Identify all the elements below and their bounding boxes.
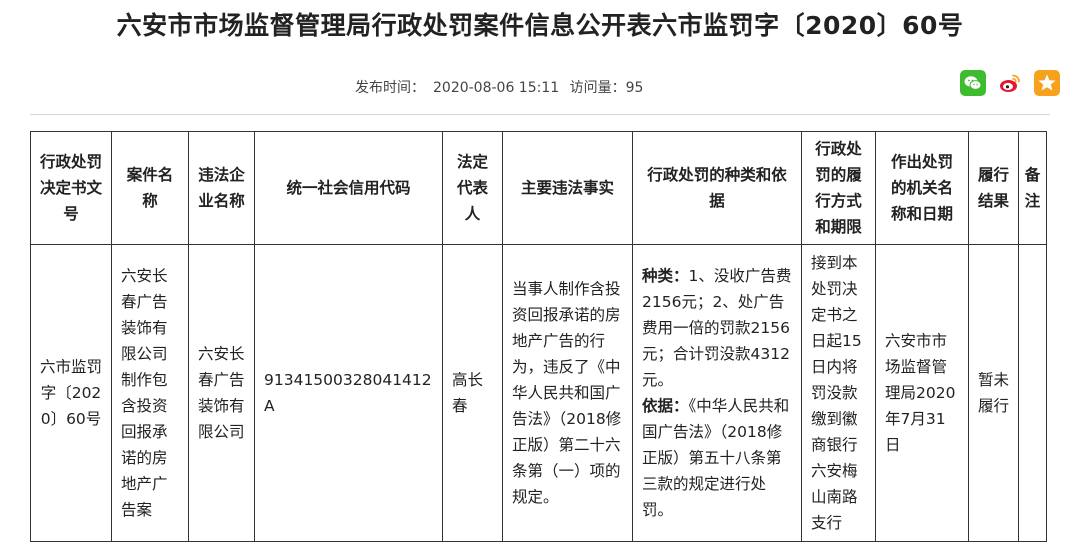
- publish-label: 发布时间：: [355, 80, 425, 96]
- table-row: 六市监罚字〔2020〕60号 六安长春广告装饰有限公司制作包含投资回报承诺的房地…: [30, 244, 1047, 542]
- weibo-share-button[interactable]: [997, 70, 1023, 96]
- views-count: 95: [625, 80, 644, 96]
- table-header-row: 行政处罚决定书文号 案件名称 违法企业名称 统一社会信用代码 法定代表人 主要违…: [30, 131, 1047, 245]
- penalty-info-table: 行政处罚决定书文号 案件名称 违法企业名称 统一社会信用代码 法定代表人 主要违…: [30, 131, 1047, 542]
- header-decision-no: 行政处罚决定书文号: [30, 131, 112, 245]
- cell-authority: 六安市市场监督管理局2020年7月31日: [875, 244, 969, 542]
- cell-case-name: 六安长春广告装饰有限公司制作包含投资回报承诺的房地产广告案: [111, 244, 189, 542]
- cell-facts: 当事人制作含投资回报承诺的房地产广告的行为，违反了《中华人民共和国广告法》（20…: [502, 244, 633, 542]
- header-authority: 作出处罚的机关名称和日期: [875, 131, 969, 245]
- header-remark: 备注: [1018, 131, 1047, 245]
- cell-legal-rep: 高长春: [442, 244, 503, 542]
- penalty-type-label: 种类：: [642, 267, 689, 285]
- penalty-basis-label: 依据：: [642, 397, 689, 415]
- header-legal-rep: 法定代表人: [442, 131, 503, 245]
- cell-result: 暂未履行: [968, 244, 1019, 542]
- header-company: 违法企业名称: [188, 131, 255, 245]
- penalty-type-text: 1、没收广告费2156元；2、处广告费用一倍的罚款2156元；合计罚没款4312…: [642, 267, 792, 389]
- publish-time: 2020-08-06 15:11: [433, 80, 560, 96]
- weibo-icon: [1000, 74, 1020, 92]
- article-meta: 发布时间： 2020-08-06 15:11 访问量：95: [355, 77, 651, 97]
- title-divider: [30, 114, 1050, 115]
- header-result: 履行结果: [968, 131, 1019, 245]
- cell-credit-code: 91341500328041412A: [254, 244, 443, 542]
- header-facts: 主要违法事实: [502, 131, 633, 245]
- page-title: 六安市市场监督管理局行政处罚案件信息公开表六市监罚字〔2020〕60号: [116, 11, 964, 40]
- views-label: 访问量：: [569, 80, 626, 96]
- cell-performance: 接到本处罚决定书之日起15日内将罚没款缴到徽商银行六安梅山南路支行: [801, 244, 876, 542]
- header-credit-code: 统一社会信用代码: [254, 131, 443, 245]
- wechat-icon: [964, 76, 982, 90]
- qzone-icon: [1038, 74, 1056, 91]
- wechat-share-button[interactable]: [960, 70, 986, 96]
- cell-company: 六安长春广告装饰有限公司: [188, 244, 255, 542]
- cell-decision-no: 六市监罚字〔2020〕60号: [30, 244, 112, 542]
- header-penalty: 行政处罚的种类和依据: [632, 131, 802, 245]
- cell-penalty: 种类：1、没收广告费2156元；2、处广告费用一倍的罚款2156元；合计罚没款4…: [632, 244, 802, 542]
- qzone-share-button[interactable]: [1034, 70, 1060, 96]
- cell-remark: [1018, 244, 1047, 542]
- header-case-name: 案件名称: [111, 131, 189, 245]
- header-performance: 行政处罚的履行方式和期限: [801, 131, 876, 245]
- penalty-basis-text: 《中华人民共和国广告法》（2018修正版）第五十八条第三款的规定进行处罚。: [642, 397, 790, 519]
